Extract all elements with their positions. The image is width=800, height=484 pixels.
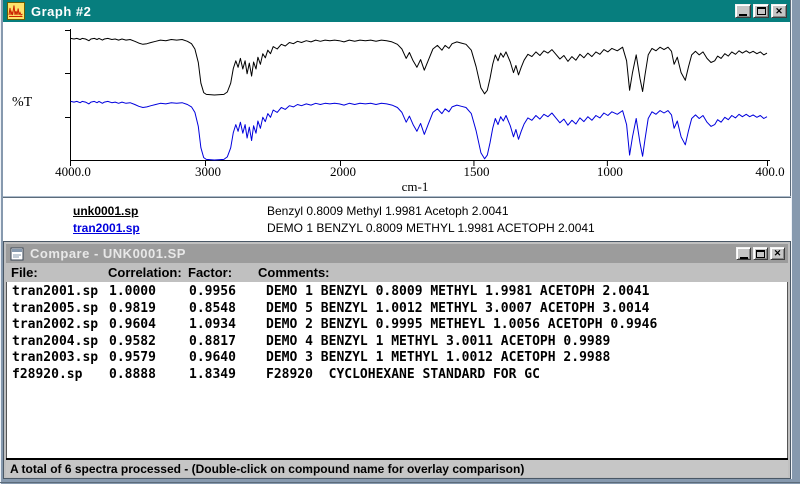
compare-window-icon[interactable] xyxy=(10,247,24,261)
table-row[interactable]: tran2003.sp0.95790.9640DEMO 3 BENZYL 1 M… xyxy=(7,350,787,367)
legend-row: tran2001.sp DEMO 1 BENZYL 0.8009 METHYL … xyxy=(3,219,791,236)
close-button[interactable]: ✕ xyxy=(770,247,785,260)
cell-file: tran2002.sp xyxy=(12,317,109,334)
compare-window: Compare - UNK0001.SP ✕ File: Correlation… xyxy=(3,241,791,479)
cell-factor: 1.0934 xyxy=(189,317,266,334)
x-tick-label: 1500 xyxy=(463,164,489,180)
frame-edge-bottom xyxy=(0,482,800,483)
graph-window: Graph #2 ✕ unk0001.sp Benzyl 0.8009 Meth… xyxy=(3,0,791,241)
x-tick-label: 3000 xyxy=(195,164,221,180)
cell-correlation: 1.0000 xyxy=(109,284,189,301)
legend-description: DEMO 1 BENZYL 0.8009 METHYL 1.9981 ACETO… xyxy=(267,221,595,235)
cell-comments: DEMO 3 BENZYL 1 METHYL 1.0012 ACETOPH 2.… xyxy=(266,350,610,365)
cell-comments: F28920 CYCLOHEXANE STANDARD FOR GC xyxy=(266,367,540,382)
status-text: A total of 6 spectra processed - (Double… xyxy=(10,462,524,476)
spectra-plot-area[interactable] xyxy=(3,22,790,196)
y-axis-label: %T xyxy=(12,95,32,111)
maximize-icon xyxy=(757,7,766,15)
cell-comments: DEMO 4 BENZYL 1 METHYL 3.0011 ACETOPH 0.… xyxy=(266,334,610,349)
status-bar: A total of 6 spectra processed - (Double… xyxy=(6,458,788,477)
cell-correlation: 0.9579 xyxy=(109,350,189,367)
column-header-comments: Comments: xyxy=(258,265,330,280)
compare-window-title: Compare - UNK0001.SP xyxy=(30,246,186,261)
cell-comments: DEMO 1 BENZYL 0.8009 METHYL 1.9981 ACETO… xyxy=(266,284,650,299)
maximize-button[interactable] xyxy=(753,247,768,260)
close-icon: ✕ xyxy=(774,249,782,258)
frame-edge-left xyxy=(0,0,1,484)
table-row[interactable]: tran2002.sp0.96041.0934DEMO 2 BENZYL 0.9… xyxy=(7,317,787,334)
x-tick-label: 400.0 xyxy=(755,164,784,180)
cell-comments: DEMO 2 BENZYL 0.9995 METHEYL 1.0056 ACET… xyxy=(266,317,657,332)
cell-factor: 0.9956 xyxy=(189,284,266,301)
x-axis-label: cm-1 xyxy=(402,179,429,195)
cell-file: tran2005.sp xyxy=(12,301,109,318)
x-tick-label: 1000 xyxy=(597,164,623,180)
column-header-correlation: Correlation: xyxy=(108,265,182,280)
cell-file: tran2003.sp xyxy=(12,350,109,367)
column-header-file: File: xyxy=(11,265,38,280)
cell-factor: 0.8548 xyxy=(189,301,266,318)
minimize-icon xyxy=(740,257,748,259)
compare-results-table: tran2001.sp1.00000.9956DEMO 1 BENZYL 0.8… xyxy=(6,282,788,458)
cell-file: tran2004.sp xyxy=(12,334,109,351)
table-row[interactable]: tran2004.sp0.95820.8817DEMO 4 BENZYL 1 M… xyxy=(7,334,787,351)
compare-titlebar[interactable]: Compare - UNK0001.SP ✕ xyxy=(6,244,788,263)
column-header-factor: Factor: xyxy=(188,265,232,280)
legend-file-tran2001[interactable]: tran2001.sp xyxy=(73,221,267,235)
table-row[interactable]: tran2005.sp0.98190.8548DEMO 5 BENZYL 1.0… xyxy=(7,301,787,318)
close-button[interactable]: ✕ xyxy=(771,4,787,18)
cell-comments: DEMO 5 BENZYL 1.0012 METHYL 3.0007 ACETO… xyxy=(266,301,650,316)
table-row[interactable]: tran2001.sp1.00000.9956DEMO 1 BENZYL 0.8… xyxy=(7,284,787,301)
cell-file: tran2001.sp xyxy=(12,284,109,301)
cell-factor: 0.8817 xyxy=(189,334,266,351)
legend-row: unk0001.sp Benzyl 0.8009 Methyl 1.9981 A… xyxy=(3,202,791,219)
cell-correlation: 0.8888 xyxy=(109,367,189,384)
table-row[interactable]: f28920.sp0.88881.8349F28920 CYCLOHEXANE … xyxy=(7,367,787,384)
maximize-icon xyxy=(756,250,765,258)
graph-titlebar[interactable]: Graph #2 ✕ xyxy=(3,0,790,22)
cell-factor: 1.8349 xyxy=(189,367,266,384)
cell-factor: 0.9640 xyxy=(189,350,266,367)
compare-table-header: File: Correlation: Factor: Comments: xyxy=(6,263,788,282)
cell-correlation: 0.9582 xyxy=(109,334,189,351)
graph-window-controls: ✕ xyxy=(735,4,787,18)
maximize-button[interactable] xyxy=(753,4,769,18)
x-tick-label: 2000 xyxy=(330,164,356,180)
minimize-button[interactable] xyxy=(736,247,751,260)
legend-description: Benzyl 0.8009 Methyl 1.9981 Acetoph 2.00… xyxy=(267,204,509,218)
legend-file-unk0001[interactable]: unk0001.sp xyxy=(73,204,267,218)
compare-window-controls: ✕ xyxy=(736,247,785,260)
graph-window-title: Graph #2 xyxy=(31,4,91,19)
cell-file: f28920.sp xyxy=(12,367,109,384)
frame-edge-right xyxy=(791,0,792,479)
close-icon: ✕ xyxy=(775,7,783,16)
spectrum-chart-icon[interactable] xyxy=(7,2,25,20)
x-tick-label: 4000.0 xyxy=(55,164,91,180)
spectra-legend: unk0001.sp Benzyl 0.8009 Methyl 1.9981 A… xyxy=(3,198,791,241)
cell-correlation: 0.9604 xyxy=(109,317,189,334)
cell-correlation: 0.9819 xyxy=(109,301,189,318)
minimize-button[interactable] xyxy=(735,4,751,18)
minimize-icon xyxy=(739,14,747,16)
